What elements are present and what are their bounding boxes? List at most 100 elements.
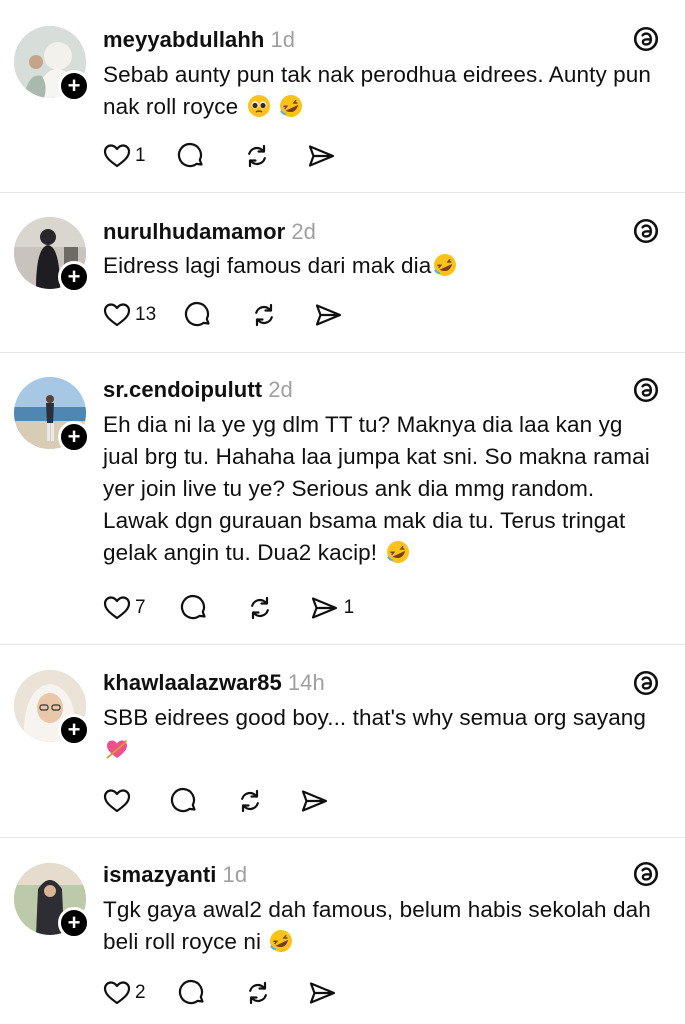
reply-text-content: Eh dia ni la ye yg dlm TT tu? Maknya dia… [103, 412, 650, 565]
reply-username-row: sr.cendoipulutt 2d [103, 377, 293, 403]
comment-bubble-icon [185, 301, 210, 327]
repost-button[interactable] [244, 978, 272, 1008]
follow-plus-icon[interactable]: + [58, 70, 90, 102]
username[interactable]: khawlaalazwar85 [103, 670, 282, 695]
reply-username-row: meyyabdullahh 1d [103, 27, 295, 53]
follow-plus-icon[interactable]: + [58, 421, 90, 453]
comment-bubble-icon [180, 594, 206, 620]
timestamp: 2d [291, 219, 316, 244]
username[interactable]: sr.cendoipulutt [103, 377, 262, 402]
heart-icon [103, 789, 131, 813]
rolling-laughing-emoji [386, 541, 409, 563]
reply-actions: 7 1 [103, 593, 354, 623]
like-button[interactable]: 7 [103, 593, 146, 623]
timestamp: 1d [270, 27, 296, 52]
share-button[interactable] [308, 978, 338, 1008]
reply-username-row: khawlaalazwar85 14h [103, 670, 325, 696]
thread-reply: + nurulhudamamor 2d Eidress lagi famous d… [0, 193, 685, 353]
repost-icon [241, 789, 259, 813]
avatar[interactable]: + [14, 670, 90, 746]
avatar[interactable]: + [14, 377, 90, 453]
reply-text: SBB eidrees good boy... that's why semua… [103, 702, 659, 766]
avatar[interactable]: + [14, 863, 90, 939]
repost-icon [250, 596, 269, 620]
reply-text: Eidress lagi famous dari mak dia [103, 250, 659, 282]
like-count: 2 [135, 982, 146, 1003]
reply-text: Tgk gaya awal2 dah famous, belum habis s… [103, 894, 659, 958]
repost-button[interactable] [236, 786, 264, 816]
reply-username-row: nurulhudamamor 2d [103, 219, 316, 245]
threads-logo-icon[interactable] [633, 376, 659, 404]
reply-actions: 13 [103, 300, 344, 330]
comment-bubble-icon [178, 979, 204, 1005]
send-icon [308, 145, 334, 167]
reply-username-row: ismazyanti 1d [103, 862, 247, 888]
heart-with-arrow-emoji [106, 740, 127, 759]
heart-icon [103, 596, 131, 620]
comment-button[interactable] [180, 593, 208, 623]
threads-logo-icon[interactable] [633, 25, 659, 53]
repost-icon [248, 981, 267, 1005]
thread-reply: + meyyabdullahh 1d Sebab aunty pun tak na… [0, 0, 685, 193]
thread-reply: + khawlaalazwar85 14h SBB eidrees good bo… [0, 645, 685, 838]
reply-text: Sebab aunty pun tak nak perodhua eidrees… [103, 59, 659, 123]
share-button[interactable] [314, 300, 344, 330]
timestamp: 1d [222, 862, 248, 887]
pleading-face-emoji [247, 95, 270, 117]
comment-bubble-icon [177, 142, 203, 168]
heart-icon [103, 981, 131, 1005]
comment-button[interactable] [178, 978, 206, 1008]
send-icon [309, 982, 335, 1004]
repost-button[interactable] [243, 141, 271, 171]
repost-icon [255, 303, 274, 327]
username[interactable]: nurulhudamamor [103, 219, 285, 244]
rolling-laughing-emoji [279, 95, 302, 117]
comment-bubble-icon [170, 787, 196, 813]
timestamp: 14h [287, 670, 325, 695]
follow-plus-icon[interactable]: + [58, 261, 90, 293]
send-icon [316, 304, 342, 326]
threads-logo-icon[interactable] [633, 860, 659, 888]
reply-text-content: Eidress lagi famous dari mak dia [103, 253, 432, 278]
repost-button[interactable] [250, 300, 278, 330]
thread-reply: + sr.cendoipulutt 2d Eh dia ni la ye yg d… [0, 353, 685, 645]
send-icon [301, 790, 328, 812]
rolling-laughing-emoji [270, 930, 293, 952]
heart-icon [103, 144, 131, 168]
reply-text-content: Tgk gaya awal2 dah famous, belum habis s… [103, 897, 651, 954]
reply-text-content: Sebab aunty pun tak nak perodhua eidrees… [103, 62, 652, 119]
like-button[interactable]: 13 [103, 300, 156, 330]
rolling-laughing-emoji [434, 254, 457, 276]
reply-actions [103, 786, 330, 816]
share-button[interactable] [300, 786, 330, 816]
comment-button[interactable] [170, 786, 198, 816]
reply-text: Eh dia ni la ye yg dlm TT tu? Maknya dia… [103, 409, 659, 569]
threads-logo-icon[interactable] [633, 669, 659, 697]
like-button[interactable]: 1 [103, 141, 146, 171]
avatar[interactable]: + [14, 26, 90, 102]
reply-actions: 1 [103, 141, 337, 171]
like-count: 7 [135, 597, 146, 618]
share-count: 1 [343, 597, 355, 618]
thread-reply: + ismazyanti 1d Tgk gaya awal2 dah famous… [0, 838, 685, 1024]
send-icon [311, 597, 337, 619]
share-button[interactable] [307, 141, 337, 171]
reply-text-content: SBB eidrees good boy... that's why semua… [103, 705, 647, 730]
follow-plus-icon[interactable]: + [58, 714, 90, 746]
heart-icon [103, 303, 131, 327]
follow-plus-icon[interactable]: + [58, 907, 90, 939]
repost-icon [247, 144, 266, 168]
username[interactable]: ismazyanti [103, 862, 217, 887]
avatar[interactable]: + [14, 217, 90, 293]
like-button[interactable] [103, 786, 131, 816]
comment-button[interactable] [177, 141, 205, 171]
comment-button[interactable] [184, 300, 212, 330]
like-button[interactable]: 2 [103, 978, 146, 1008]
like-count: 13 [135, 304, 157, 325]
username[interactable]: meyyabdullahh [103, 27, 264, 52]
timestamp: 2d [268, 377, 293, 402]
reply-actions: 2 [103, 978, 338, 1008]
repost-button[interactable] [246, 593, 274, 623]
threads-logo-icon[interactable] [633, 217, 659, 245]
share-button[interactable]: 1 [310, 593, 355, 623]
